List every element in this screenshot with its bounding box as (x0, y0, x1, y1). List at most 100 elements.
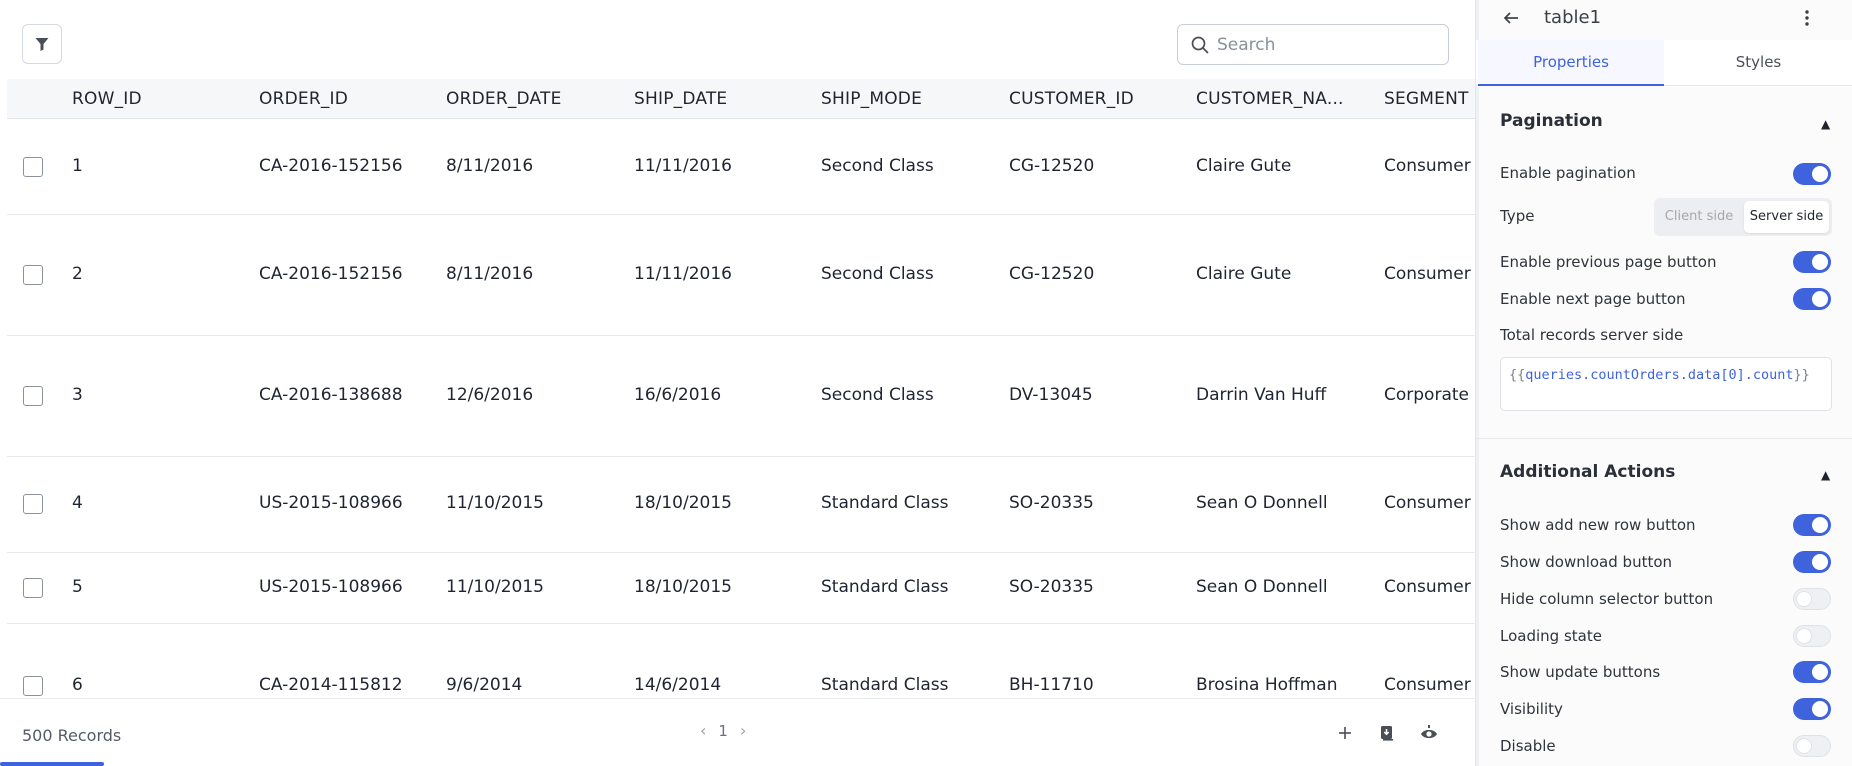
table-row[interactable]: 6 CA-2014-115812 9/6/2014 14/6/2014 Stan… (7, 624, 1475, 704)
cell-order-date: 8/11/2016 (446, 264, 534, 284)
cell-customer-id: SO-20335 (1009, 577, 1094, 597)
cell-customer-name: Sean O Donnell (1196, 493, 1328, 513)
cell-customer-name: Claire Gute (1196, 156, 1292, 176)
enable-pagination-label: Enable pagination (1500, 164, 1636, 182)
loading-state-label: Loading state (1500, 627, 1602, 645)
table-row[interactable]: 1 CA-2016-152156 8/11/2016 11/11/2016 Se… (7, 119, 1475, 215)
search-box[interactable] (1177, 24, 1449, 65)
cell-segment: Consumer (1384, 156, 1471, 176)
cell-order-date: 11/10/2015 (446, 493, 544, 513)
cell-order-id: CA-2014-115812 (259, 675, 403, 695)
table-header: ROW_ID ORDER_ID ORDER_DATE SHIP_DATE SHI… (7, 79, 1475, 119)
show-add-row-toggle[interactable] (1793, 514, 1831, 536)
pagination: ‹ 1 › (700, 721, 746, 740)
cell-order-date: 8/11/2016 (446, 156, 534, 176)
table-row[interactable]: 5 US-2015-108966 11/10/2015 18/10/2015 S… (7, 553, 1475, 624)
enable-next-toggle[interactable] (1793, 288, 1831, 310)
show-download-label: Show download button (1500, 553, 1673, 571)
cell-ship-mode: Second Class (821, 385, 934, 405)
visibility-toggle[interactable] (1793, 698, 1831, 720)
tab-properties[interactable]: Properties (1478, 40, 1664, 86)
more-options-button[interactable] (1798, 8, 1816, 32)
cell-order-id: US-2015-108966 (259, 577, 403, 597)
enable-prev-toggle[interactable] (1793, 251, 1831, 273)
section-divider (1476, 438, 1852, 439)
records-count: 500 Records (22, 726, 122, 745)
row-checkbox[interactable] (23, 494, 43, 514)
cell-row-id: 4 (72, 493, 83, 513)
filter-button[interactable] (22, 24, 62, 64)
section-title-additional-actions[interactable]: Additional Actions (1500, 462, 1675, 482)
loading-state-toggle[interactable] (1793, 625, 1831, 647)
column-header-ship-mode[interactable]: SHIP_MODE (821, 79, 922, 119)
download-button[interactable] (1377, 723, 1397, 743)
column-header-customer-id[interactable]: CUSTOMER_ID (1009, 79, 1134, 119)
inspector-tabs: Properties Styles (1476, 40, 1852, 86)
back-button[interactable] (1502, 9, 1520, 31)
cell-customer-id: BH-11710 (1009, 675, 1094, 695)
cell-order-date: 12/6/2016 (446, 385, 534, 405)
collapse-caret-icon[interactable]: ▲ (1821, 117, 1830, 131)
row-checkbox[interactable] (23, 265, 43, 285)
collapse-caret-icon[interactable]: ▲ (1821, 468, 1830, 482)
total-records-code-input[interactable]: {{queries.countOrders.data[0].count}} (1500, 357, 1832, 411)
cell-segment: Corporate (1384, 385, 1469, 405)
column-header-order-id[interactable]: ORDER_ID (259, 79, 348, 119)
cell-ship-date: 18/10/2015 (634, 577, 732, 597)
enable-pagination-toggle[interactable] (1793, 163, 1831, 185)
cell-ship-mode: Second Class (821, 264, 934, 284)
cell-order-date: 9/6/2014 (446, 675, 523, 695)
column-header-order-date[interactable]: ORDER_DATE (446, 79, 562, 119)
cell-order-id: CA-2016-152156 (259, 264, 403, 284)
cell-customer-name: Darrin Van Huff (1196, 385, 1327, 405)
show-update-buttons-toggle[interactable] (1793, 661, 1831, 683)
client-side-option[interactable]: Client side (1657, 201, 1741, 233)
inspector-panel: table1 Properties Styles Pagination ▲ En… (1475, 0, 1852, 766)
filter-icon (35, 38, 49, 51)
tab-styles[interactable]: Styles (1664, 40, 1852, 86)
table-row[interactable]: 3 CA-2016-138688 12/6/2016 16/6/2016 Sec… (7, 336, 1475, 457)
search-input[interactable] (1217, 34, 1437, 55)
scroll-indicator (0, 762, 104, 766)
cell-ship-mode: Standard Class (821, 493, 949, 513)
section-title-pagination[interactable]: Pagination (1500, 111, 1603, 131)
add-row-button[interactable] (1335, 723, 1355, 743)
row-checkbox[interactable] (23, 676, 43, 696)
column-header-row-id[interactable]: ROW_ID (72, 79, 142, 119)
cell-customer-id: SO-20335 (1009, 493, 1094, 513)
cell-ship-mode: Standard Class (821, 577, 949, 597)
cell-ship-date: 16/6/2016 (634, 385, 722, 405)
column-header-customer-name[interactable]: CUSTOMER_NA... (1196, 79, 1344, 119)
disable-toggle[interactable] (1793, 735, 1831, 757)
table-row[interactable]: 2 CA-2016-152156 8/11/2016 11/11/2016 Se… (7, 215, 1475, 336)
download-icon (1381, 726, 1393, 741)
row-checkbox[interactable] (23, 386, 43, 406)
row-checkbox[interactable] (23, 578, 43, 598)
cell-row-id: 6 (72, 675, 83, 695)
hide-column-selector-label: Hide column selector button (1500, 590, 1714, 608)
column-visibility-button[interactable] (1419, 723, 1439, 743)
next-page-button[interactable]: › (740, 721, 746, 740)
current-page[interactable]: 1 (718, 722, 728, 740)
component-name[interactable]: table1 (1544, 7, 1601, 28)
cell-customer-name: Brosina Hoffman (1196, 675, 1338, 695)
cell-customer-id: CG-12520 (1009, 156, 1095, 176)
visibility-label: Visibility (1500, 700, 1563, 718)
type-label: Type (1500, 207, 1535, 225)
cell-row-id: 3 (72, 385, 83, 405)
row-checkbox[interactable] (23, 157, 43, 177)
kebab-menu-icon (1805, 10, 1809, 26)
cell-ship-date: 18/10/2015 (634, 493, 732, 513)
panel-divider (1476, 0, 1479, 766)
column-header-ship-date[interactable]: SHIP_DATE (634, 79, 727, 119)
column-header-segment[interactable]: SEGMENT (1384, 79, 1469, 119)
pagination-type-selector: Client side Server side (1654, 198, 1832, 236)
prev-page-button[interactable]: ‹ (700, 721, 706, 740)
table-widget: ROW_ID ORDER_ID ORDER_DATE SHIP_DATE SHI… (0, 0, 1475, 766)
show-download-toggle[interactable] (1793, 551, 1831, 573)
table-row[interactable]: 4 US-2015-108966 11/10/2015 18/10/2015 S… (7, 457, 1475, 553)
cell-customer-id: DV-13045 (1009, 385, 1093, 405)
server-side-option[interactable]: Server side (1744, 201, 1829, 233)
cell-customer-name: Claire Gute (1196, 264, 1292, 284)
hide-column-selector-toggle[interactable] (1793, 588, 1831, 610)
